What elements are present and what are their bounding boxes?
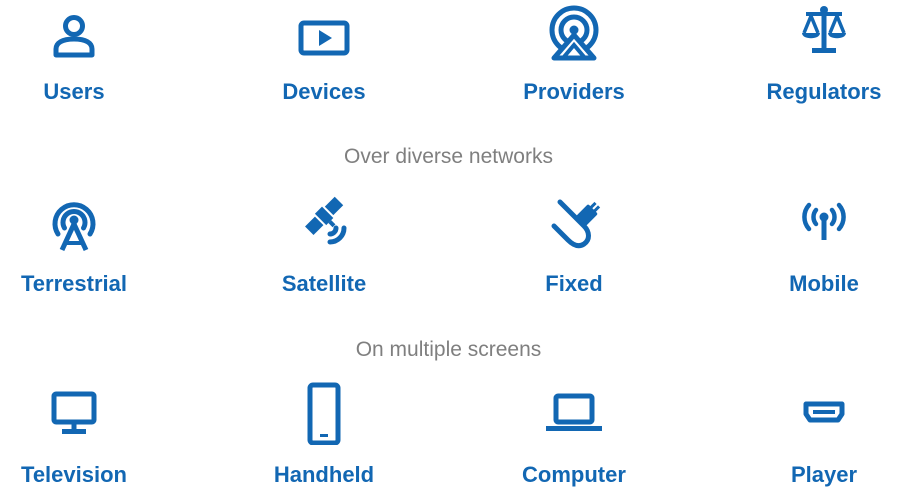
item-label: Handheld [273, 462, 375, 487]
cable-icon [542, 192, 606, 256]
item-label: Providers [523, 79, 625, 104]
play-icon [292, 6, 356, 70]
item-label: Users [43, 79, 105, 104]
mobile-signal-icon [792, 190, 856, 254]
smartphone-icon [292, 381, 356, 445]
section-heading-screens: On multiple screens [355, 338, 542, 361]
scales-icon [792, 0, 856, 64]
antenna-tower-icon [42, 194, 106, 258]
hdmi-port-icon [792, 380, 856, 444]
item-label: Television [21, 462, 127, 487]
item-label: Terrestrial [21, 271, 127, 296]
satellite-icon [292, 190, 356, 254]
item-label: Devices [282, 79, 366, 104]
item-label: Regulators [766, 79, 882, 104]
item-label: Mobile [789, 271, 859, 296]
item-label: Satellite [281, 271, 367, 296]
user-icon [42, 8, 106, 72]
item-label: Player [790, 462, 858, 487]
broadcast-tower-icon [542, 2, 606, 66]
item-label: Computer [522, 462, 626, 487]
item-label: Fixed [545, 271, 603, 296]
monitor-icon [42, 380, 106, 444]
laptop-icon [542, 380, 606, 444]
section-heading-networks: Over diverse networks [344, 145, 553, 168]
